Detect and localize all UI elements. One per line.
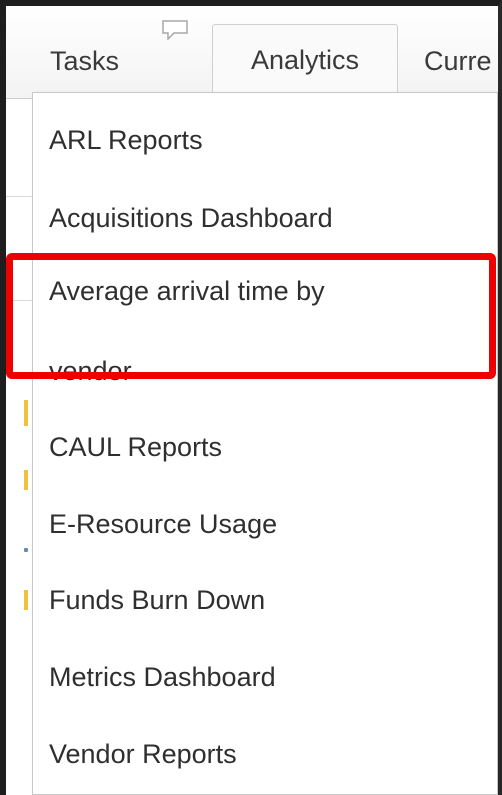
menu-item-vendor-reports[interactable]: Vendor Reports: [49, 739, 237, 770]
highlight-box: [6, 253, 496, 379]
tab-label: Tasks: [50, 46, 120, 76]
comment-icon[interactable]: [162, 20, 188, 40]
menu-item-arl-reports[interactable]: ARL Reports: [49, 125, 203, 156]
background-marker: [24, 548, 28, 552]
menu-item-funds-burn-down[interactable]: Funds Burn Down: [49, 585, 265, 616]
background-row-divider: [6, 196, 32, 197]
background-marker: [24, 400, 28, 426]
analytics-dropdown-menu: ARL Reports Acquisitions Dashboard Avera…: [32, 92, 498, 795]
tab-label: Analytics: [250, 45, 360, 75]
background-marker: [24, 590, 28, 610]
tab-label: Curre: [424, 46, 492, 76]
tab-analytics[interactable]: Analytics: [212, 24, 398, 94]
menu-item-metrics-dashboard[interactable]: Metrics Dashboard: [49, 662, 276, 693]
menu-item-e-resource-usage[interactable]: E-Resource Usage: [49, 509, 277, 540]
background-marker: [24, 470, 28, 490]
tab-current[interactable]: Curre: [424, 30, 498, 92]
menu-item-acquisitions-dashboard[interactable]: Acquisitions Dashboard: [49, 203, 333, 234]
menu-item-caul-reports[interactable]: CAUL Reports: [49, 432, 222, 463]
tab-tasks[interactable]: Tasks: [50, 30, 119, 92]
